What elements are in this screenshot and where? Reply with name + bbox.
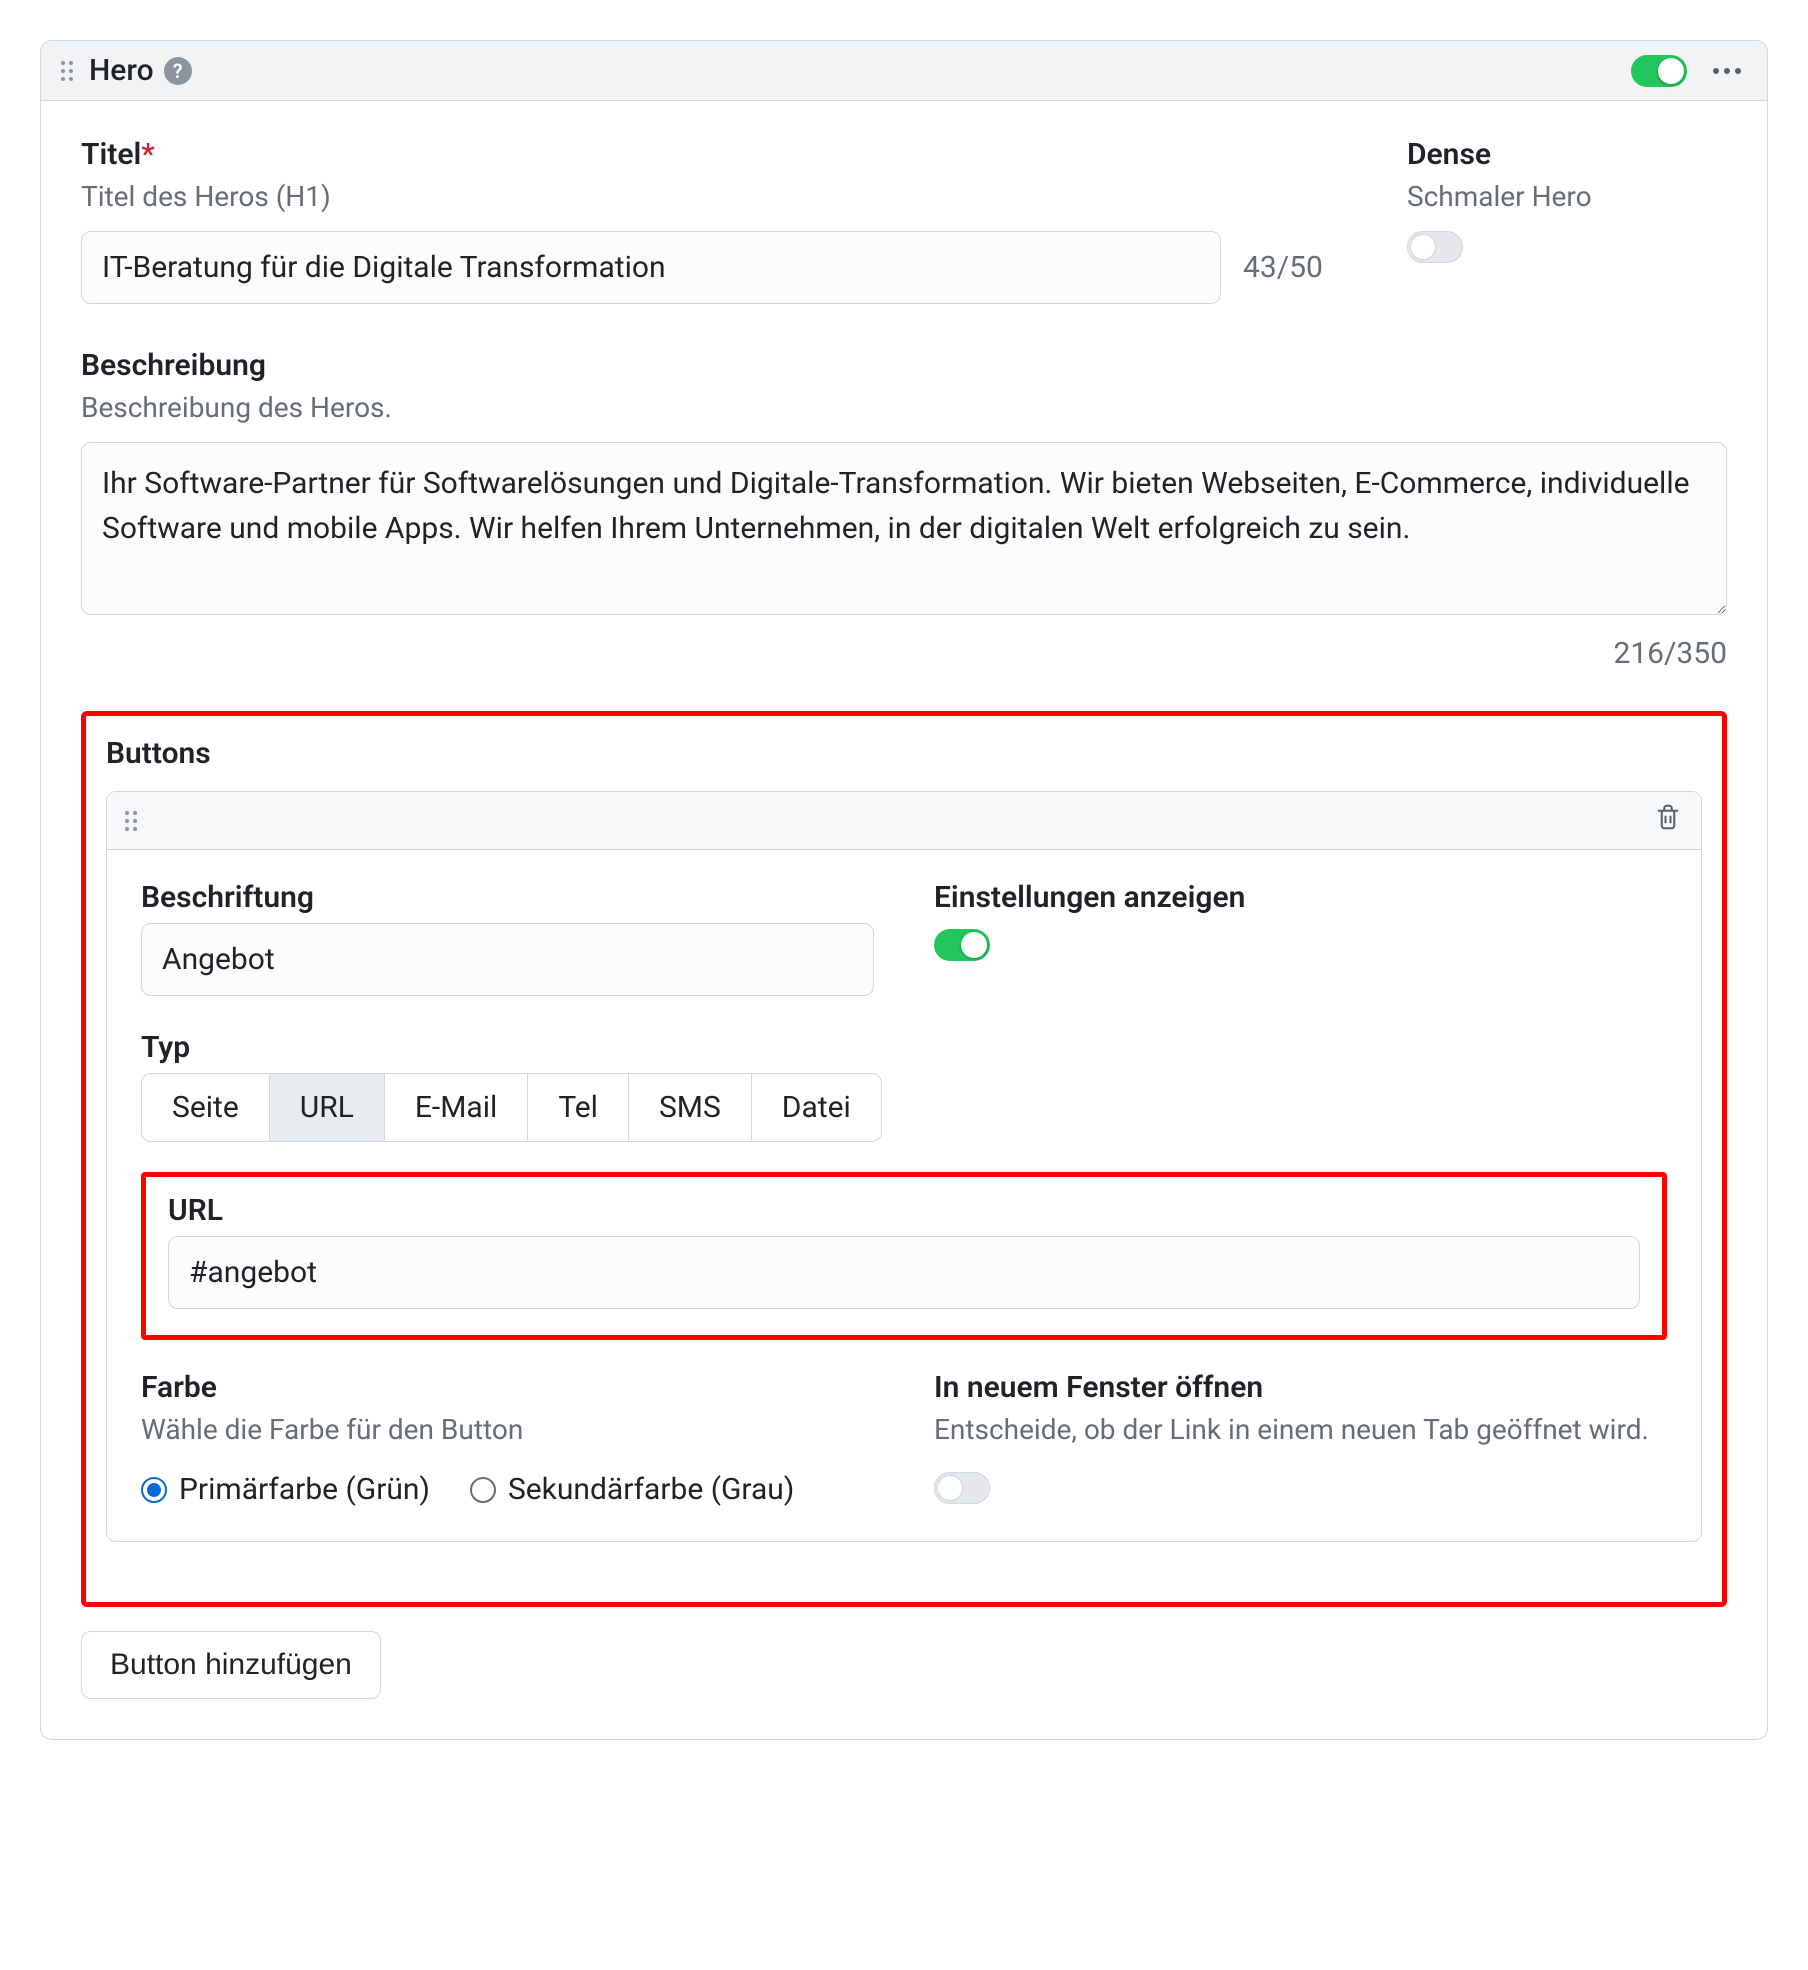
farbe-option-primary[interactable]: Primärfarbe (Grün) [141, 1472, 430, 1507]
dense-label: Dense [1407, 137, 1727, 172]
radio-icon [470, 1477, 496, 1503]
titel-hint: Titel des Heros (H1) [81, 180, 1347, 213]
beschriftung-label: Beschriftung [141, 880, 874, 915]
titel-label: Titel* [81, 137, 1347, 172]
beschreibung-label: Beschreibung [81, 348, 1727, 383]
help-icon[interactable]: ? [164, 57, 192, 85]
url-input[interactable] [168, 1236, 1640, 1309]
url-label: URL [168, 1193, 1640, 1228]
panel-title-text: Hero [89, 53, 154, 88]
buttons-section-title: Buttons [106, 736, 1702, 771]
typ-option-sms[interactable]: SMS [628, 1073, 752, 1142]
beschriftung-input[interactable] [141, 923, 874, 996]
titel-counter: 43/50 [1243, 250, 1323, 285]
typ-segmented: Seite URL E-Mail Tel SMS Datei [141, 1073, 1667, 1142]
typ-option-seite[interactable]: Seite [141, 1073, 270, 1142]
drag-handle-icon[interactable] [125, 811, 137, 831]
newtab-label: In neuem Fenster öffnen [934, 1370, 1667, 1405]
farbe-option-label: Sekundärfarbe (Grau) [508, 1472, 794, 1507]
dense-hint: Schmaler Hero [1407, 180, 1727, 213]
panel-header: Hero ? [41, 41, 1767, 101]
panel-title: Hero ? [89, 53, 192, 88]
titel-input[interactable] [81, 231, 1221, 304]
radio-icon [141, 1477, 167, 1503]
newtab-toggle[interactable] [934, 1472, 990, 1504]
url-field-highlight: URL [141, 1172, 1667, 1340]
drag-handle-icon[interactable] [61, 61, 73, 81]
beschreibung-textarea[interactable] [81, 442, 1727, 615]
dense-toggle[interactable] [1407, 231, 1463, 263]
hero-panel: Hero ? Titel* Titel des Heros (H1) 43/50… [40, 40, 1768, 1740]
typ-option-url[interactable]: URL [269, 1073, 385, 1142]
button-item-panel: Beschriftung Einstellungen anzeigen Typ … [106, 791, 1702, 1542]
beschreibung-counter: 216/350 [81, 636, 1727, 671]
farbe-hint: Wähle die Farbe für den Button [141, 1413, 874, 1446]
typ-option-email[interactable]: E-Mail [384, 1073, 528, 1142]
add-button[interactable]: Button hinzufügen [81, 1631, 381, 1699]
typ-label: Typ [141, 1030, 1667, 1065]
typ-option-datei[interactable]: Datei [751, 1073, 882, 1142]
panel-enable-toggle[interactable] [1631, 55, 1687, 87]
farbe-option-secondary[interactable]: Sekundärfarbe (Grau) [470, 1472, 794, 1507]
einstellungen-toggle[interactable] [934, 929, 990, 961]
more-icon[interactable] [1707, 62, 1747, 80]
trash-icon[interactable] [1653, 802, 1683, 839]
farbe-label: Farbe [141, 1370, 874, 1405]
newtab-hint: Entscheide, ob der Link in einem neuen T… [934, 1413, 1667, 1446]
einstellungen-label: Einstellungen anzeigen [934, 880, 1667, 915]
typ-option-tel[interactable]: Tel [527, 1073, 629, 1142]
button-item-header [107, 792, 1701, 850]
farbe-option-label: Primärfarbe (Grün) [179, 1472, 430, 1507]
buttons-section-highlight: Buttons Beschriftung [81, 711, 1727, 1607]
beschreibung-hint: Beschreibung des Heros. [81, 391, 1727, 424]
